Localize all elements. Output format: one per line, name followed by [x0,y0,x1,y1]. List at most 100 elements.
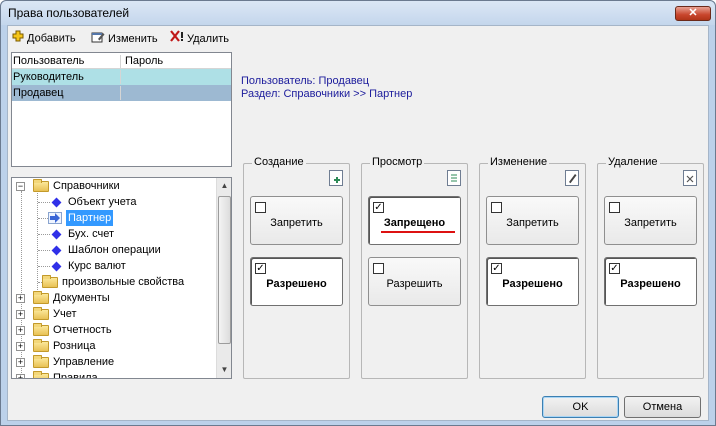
table-row[interactable]: Руководитель [12,69,231,85]
edit-deny-toggle[interactable]: Запретить [486,196,579,245]
dialog-window: Права пользователей ✕ Добавить Изменить … [0,0,716,426]
group-title: Изменение [488,156,550,168]
toggle-label: Разрешено [266,278,327,290]
delete-button[interactable]: Удалить [170,30,229,48]
group-edit: Изменение Запретить ✓ Разрешено [479,156,586,379]
tree-item-label: Справочники [53,180,120,192]
add-button[interactable]: Добавить [12,30,76,48]
selection-info: Пользователь: Продавец Раздел: Справочни… [241,75,412,101]
folder-icon [42,275,58,288]
diamond-icon [51,197,62,208]
toggle-label: Запретить [270,217,323,229]
tree-item-label: Курс валют [68,260,126,272]
view-doc-icon [447,170,461,186]
tree-item-label: Объект учета [68,196,137,208]
toggle-label: Запрещено [383,217,446,229]
group-view: Просмотр ✓ Запрещено Разрешить [361,156,468,379]
users-table-header: Пользователь Пароль [12,53,231,69]
window-title: Права пользователей [8,6,130,20]
diamond-icon [51,229,62,240]
close-button[interactable]: ✕ [675,6,711,21]
toggle-label: Разрешить [386,278,443,290]
checkbox[interactable] [609,202,620,213]
plus-icon [12,30,24,47]
group-title: Удаление [606,156,660,168]
expand-icon[interactable]: + [16,294,25,303]
scroll-down-icon[interactable]: ▼ [217,362,231,378]
diamond-icon [51,261,62,272]
checkbox-checked[interactable]: ✓ [609,263,620,274]
edit-button-label: Изменить [108,32,158,45]
tree-item-label: Партнер [66,210,114,226]
tree-item-label: произвольные свойства [62,276,185,288]
view-allow-toggle[interactable]: Разрешить [368,257,461,306]
scroll-thumb[interactable] [218,196,231,344]
expand-icon[interactable]: + [16,342,25,351]
group-delete: Удаление Запретить ✓ Разрешено [597,156,704,379]
folder-icon [33,307,49,320]
toggle-label: Запретить [624,217,677,229]
title-bar[interactable]: Права пользователей ✕ [1,1,715,25]
tree-item-label: Розница [53,340,96,352]
tree-item-label: Шаблон операции [68,244,161,256]
group-title: Создание [252,156,306,168]
add-button-label: Добавить [27,32,76,45]
checkbox[interactable] [255,202,266,213]
delete-allow-toggle[interactable]: ✓ Разрешено [604,257,697,306]
delete-button-label: Удалить [187,32,229,45]
gear-folder-icon [33,355,49,368]
diamond-icon [51,245,62,256]
expand-icon[interactable]: + [16,358,25,367]
user-cell: Руководитель [13,70,121,84]
delete-doc-icon [683,170,697,186]
folder-icon [33,179,49,192]
edit-button[interactable]: Изменить [91,30,158,48]
edit-allow-toggle[interactable]: ✓ Разрешено [486,257,579,306]
checkbox-checked[interactable]: ✓ [373,202,384,213]
ok-button[interactable]: OK [542,396,619,418]
folder-icon [33,339,49,352]
checkbox[interactable] [491,202,502,213]
checkbox[interactable] [373,263,384,274]
tree-item-label: Отчетность [53,324,112,336]
collapse-icon[interactable]: − [16,182,25,191]
view-deny-toggle[interactable]: ✓ Запрещено [368,196,461,245]
edit-doc-icon [565,170,579,186]
create-doc-icon [329,170,343,186]
dialog-client-area: Добавить Изменить Удалить Пользователь П… [7,25,709,421]
tree-item-label: Учет [53,308,77,320]
group-title: Просмотр [370,156,425,168]
toggle-label: Разрешено [620,278,681,290]
toggle-label: Разрешено [502,278,563,290]
column-header-user[interactable]: Пользователь [13,55,121,68]
column-header-password[interactable]: Пароль [125,55,163,67]
status-underline [381,231,455,233]
tree-item-label: Управление [53,356,115,368]
gear-folder-icon [33,371,49,378]
checkbox-checked[interactable]: ✓ [491,263,502,274]
user-cell: Продавец [13,86,121,100]
expand-icon[interactable]: + [16,310,25,319]
cancel-button[interactable]: Отмена [624,396,701,418]
section-info-line: Раздел: Справочники >> Партнер [241,88,413,100]
create-deny-toggle[interactable]: Запретить [250,196,343,245]
tree-item-label: Документы [53,292,110,304]
create-allow-toggle[interactable]: ✓ Разрешено [250,257,343,306]
users-table[interactable]: Пользователь Пароль Руководитель Продаве… [11,52,232,167]
scroll-up-icon[interactable]: ▲ [217,178,231,194]
toggle-label: Запретить [506,217,559,229]
table-row[interactable]: Продавец [12,85,231,101]
expand-icon[interactable]: + [16,326,25,335]
arrow-right-icon [48,212,62,224]
tree-item-label: Бух. счет [68,228,114,240]
checkbox-checked[interactable]: ✓ [255,263,266,274]
delete-deny-toggle[interactable]: Запретить [604,196,697,245]
folder-icon [33,291,49,304]
delete-x-icon [170,30,184,48]
sections-tree[interactable]: − Справочники Объект учета Партнер Бух. … [11,177,232,379]
tree-scrollbar[interactable]: ▲ ▼ [216,178,231,378]
group-create: Создание Запретить ✓ Разрешено [243,156,350,379]
tree-item-label: Правила [53,372,98,379]
expand-icon[interactable]: + [16,374,25,378]
user-info-line: Пользователь: Продавец [241,75,370,87]
